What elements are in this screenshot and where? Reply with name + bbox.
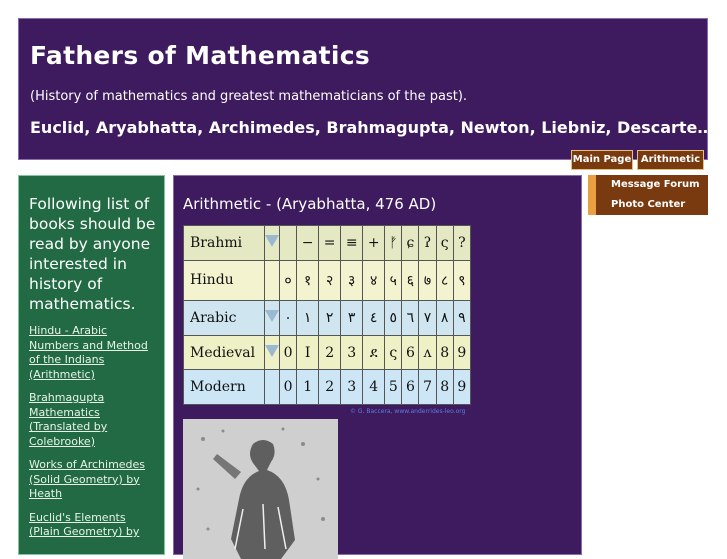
numeral-digit: = xyxy=(318,225,342,261)
numeral-digit: 9 xyxy=(452,334,472,371)
aryabhatta-portrait xyxy=(183,419,338,559)
numeral-digit: 1 xyxy=(296,369,320,405)
down-arrow-cell xyxy=(264,225,280,261)
down-arrow-cell xyxy=(264,334,280,371)
book-link-euclid[interactable]: Euclid's Elements (Plain Geometry) by xyxy=(29,511,159,540)
site-title: Fathers of Mathematics xyxy=(30,41,371,70)
arithmetic-button[interactable]: Arithmetic xyxy=(637,150,704,170)
numeral-digit: ᚠ xyxy=(384,225,403,261)
sidebar-intro: Following list of books should be read b… xyxy=(29,195,156,313)
message-forum-link[interactable]: Message Forum xyxy=(588,175,708,195)
numeral-row-modern: Modern 0 1 2 3 4 5 6 7 8 9 xyxy=(183,369,472,405)
numeral-digit: ٢ xyxy=(318,300,342,336)
numeral-digit: ɕ xyxy=(401,225,420,261)
numeral-digit: 6 xyxy=(401,369,420,405)
numeral-digit: ʔ xyxy=(418,225,437,261)
numeral-digit: ٦ xyxy=(401,300,420,336)
numeral-digit: 2 xyxy=(318,334,342,371)
numeral-system-label: Medieval xyxy=(183,334,265,371)
book-link-archimedes[interactable]: Works of Archimedes (Solid Geometry) by … xyxy=(29,458,159,502)
book-links: Hindu - Arabic Numbers and Method of the… xyxy=(29,324,159,549)
numeral-evolution-table: Brahmi − = ≡ + ᚠ ɕ ʔ ς? Hindu ० १ २ ३ ४ ५ ६ ७ ८ ९ Arabic ٠ ١ ٢ ٣… xyxy=(183,225,472,405)
mathematician-names: Euclid, Aryabhatta, Archimedes, Brahmagu… xyxy=(30,118,727,137)
numeral-digit: ७ xyxy=(418,259,437,302)
numeral-system-label: Arabic xyxy=(183,300,265,336)
numeral-row-hindu: Hindu ० १ २ ३ ४ ५ ६ ७ ८ ९ xyxy=(183,259,472,302)
numeral-digit: 8 xyxy=(435,369,454,405)
numeral-digit: ʌ xyxy=(418,334,437,371)
numeral-row-brahmi: Brahmi − = ≡ + ᚠ ɕ ʔ ς? xyxy=(183,225,472,261)
numeral-digit: ١ xyxy=(296,300,320,336)
numeral-digit: ς xyxy=(435,225,454,261)
site-header: Fathers of Mathematics (History of mathe… xyxy=(18,18,727,160)
numeral-digit: 9 xyxy=(452,369,472,405)
numeral-digit: 3 xyxy=(340,369,364,405)
numeral-digit: ९ xyxy=(452,259,472,302)
down-arrow-icon xyxy=(265,234,279,247)
numeral-digit: + xyxy=(362,225,386,261)
site-subtitle: (History of mathematics and greatest mat… xyxy=(30,89,468,104)
main-page-button[interactable]: Main Page xyxy=(571,150,633,170)
numeral-row-medieval: Medieval 0 I 2 3 ደ ς 6 ʌ 8 9 xyxy=(183,334,472,371)
numeral-digit: ٩ xyxy=(452,300,472,336)
numeral-digit: ٠ xyxy=(278,300,298,336)
numeral-system-label: Brahmi xyxy=(183,225,265,261)
numeral-digit: ٨ xyxy=(435,300,454,336)
numeral-digit: 4 xyxy=(362,369,386,405)
numeral-digit: 8 xyxy=(435,334,454,371)
numeral-digit: 2 xyxy=(318,369,342,405)
book-link-hindu-arabic[interactable]: Hindu - Arabic Numbers and Method of the… xyxy=(29,324,159,382)
numeral-digit: ० xyxy=(278,259,298,302)
numeral-digit: ४ xyxy=(362,259,386,302)
book-link-brahmagupta[interactable]: Brahmagupta Mathematics (Translated by C… xyxy=(29,391,159,449)
image-credit: © G. Baccera, www.anderrides-leo.org xyxy=(350,408,466,415)
numeral-digit: ٥ xyxy=(384,300,403,336)
numeral-digit: 3 xyxy=(340,334,364,371)
portrait-engraving xyxy=(183,419,338,559)
numeral-system-label: Modern xyxy=(183,369,265,405)
sidebar: Following list of books should be read b… xyxy=(18,175,165,555)
numeral-digit: ٤ xyxy=(362,300,386,336)
numeral-digit: 0 xyxy=(278,334,298,371)
numeral-digit: ٣ xyxy=(340,300,364,336)
photo-center-link[interactable]: Photo Center xyxy=(588,195,708,215)
numeral-digit: ? xyxy=(452,225,472,261)
numeral-digit: ≡ xyxy=(340,225,364,261)
down-arrow-cell xyxy=(264,259,280,302)
numeral-digit xyxy=(278,225,298,261)
down-arrow-icon xyxy=(265,344,279,357)
numeral-digit: I xyxy=(296,334,320,371)
numeral-digit: 0 xyxy=(278,369,298,405)
down-arrow-cell xyxy=(264,369,280,405)
numeral-row-arabic: Arabic ٠ ١ ٢ ٣ ٤ ٥ ٦ ٧ ٨ ٩ xyxy=(183,300,472,336)
numeral-digit: १ xyxy=(296,259,320,302)
numeral-system-label: Hindu xyxy=(183,259,265,302)
numeral-digit: 5 xyxy=(384,369,403,405)
down-arrow-cell xyxy=(264,300,280,336)
numeral-digit: ५ xyxy=(384,259,403,302)
numeral-digit: ६ xyxy=(401,259,420,302)
numeral-digit: ३ xyxy=(340,259,364,302)
numeral-digit: ٧ xyxy=(418,300,437,336)
main-content: Arithmetic - (Aryabhatta, 476 AD) Brahmi… xyxy=(173,175,582,559)
numeral-digit: ८ xyxy=(435,259,454,302)
numeral-digit: 7 xyxy=(418,369,437,405)
numeral-digit: ደ xyxy=(362,334,386,371)
down-arrow-icon xyxy=(265,310,279,323)
numeral-digit: 6 xyxy=(401,334,420,371)
numeral-digit: − xyxy=(296,225,320,261)
numeral-digit: ς xyxy=(384,334,403,371)
page-heading: Arithmetic - (Aryabhatta, 476 AD) xyxy=(183,195,437,213)
numeral-digit: २ xyxy=(318,259,342,302)
